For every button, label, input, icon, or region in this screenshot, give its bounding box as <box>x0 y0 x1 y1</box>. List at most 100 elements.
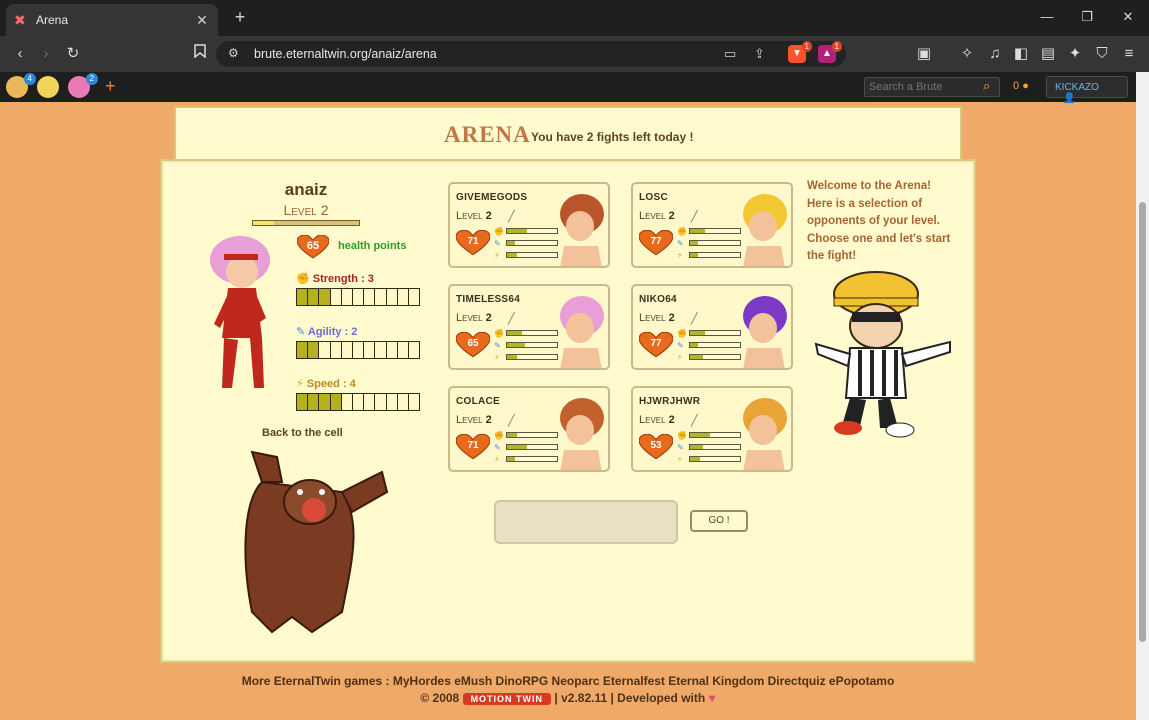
stat-segment <box>319 289 331 305</box>
vpn-icon[interactable]: ⛉ <box>1092 44 1112 64</box>
brave-shield-icon[interactable]: ▼ 1 <box>788 41 812 63</box>
health-points-label: health points <box>338 240 407 252</box>
sidebar-panel-icon[interactable]: ▣ <box>914 44 934 64</box>
strength-icon: ✊ <box>494 329 504 338</box>
opponent-card[interactable]: GIVEMEGODS Level 2 ╱ 71 ✊ ✎ ⚡ <box>448 182 610 268</box>
menu-icon[interactable]: ≡ <box>1119 44 1139 64</box>
player-hp-heart: 65 <box>296 234 330 259</box>
opponent-name: NIKO64 <box>639 294 677 305</box>
opponent-name: HJWRJHWR <box>639 396 701 407</box>
opponent-card[interactable]: COLACE Level 2 ╱ 71 ✊ ✎ ⚡ <box>448 386 610 472</box>
opponent-card[interactable]: TIMELESS64 Level 2 ╱ 65 ✊ ✎ ⚡ <box>448 284 610 370</box>
strength-icon: ✊ <box>677 227 687 236</box>
wallet-icon[interactable]: ▤ <box>1038 44 1058 64</box>
brute-avatar-2[interactable] <box>37 76 59 98</box>
page-scrollbar[interactable] <box>1136 72 1149 720</box>
share-icon[interactable]: ⇪ <box>754 46 765 62</box>
minimize-icon[interactable]: — <box>1037 9 1057 24</box>
tab-arena[interactable]: ✖ Arena ✕ <box>6 4 218 36</box>
opponent-level-value: 2 <box>485 312 492 324</box>
search-brute-input[interactable] <box>864 77 1000 97</box>
search-icon[interactable]: ⌕ <box>983 78 990 94</box>
opponent-hp-value: 77 <box>650 338 662 349</box>
stat-segment <box>364 289 376 305</box>
opponent-speed-fill <box>507 253 517 257</box>
address-bar[interactable]: ⚙ brute.eternaltwin.org/anaiz/arena ▭ ⇪ … <box>216 41 846 67</box>
agility-icon: ✎ <box>677 239 684 248</box>
forward-icon[interactable]: › <box>36 44 56 64</box>
stat-segment <box>375 342 387 358</box>
stat-segment <box>364 394 376 410</box>
opponent-hp-heart: 53 <box>638 433 674 460</box>
new-tab-icon[interactable]: + <box>230 7 250 27</box>
go-button[interactable]: GO ! <box>690 510 748 532</box>
reload-icon[interactable]: ↻ <box>63 44 83 64</box>
opponent-portrait <box>560 194 604 266</box>
opponent-level: Level 2 <box>639 414 675 426</box>
stat-segment <box>386 394 398 410</box>
opponent-level: Level 2 <box>456 414 492 426</box>
bear-illustration <box>244 450 389 634</box>
add-brute-icon[interactable]: + <box>105 76 116 97</box>
stat-segment <box>352 342 365 358</box>
stat-segment <box>375 394 387 410</box>
back-icon[interactable]: ‹ <box>10 44 30 64</box>
user-icon: 👤 <box>1063 93 1076 104</box>
stat-segment <box>352 289 365 305</box>
strength-text: Strength : 3 <box>312 273 374 285</box>
agility-icon: ✎ <box>296 326 306 338</box>
site-info-icon[interactable]: ⚙ <box>228 46 239 60</box>
footer-games[interactable]: More EternalTwin games : MyHordes eMush … <box>0 674 1136 688</box>
opponent-hp-value: 53 <box>650 440 662 451</box>
stat-segment <box>386 342 398 358</box>
motion-twin-logo[interactable]: MOTION TWIN <box>462 692 552 705</box>
opponent-name: COLACE <box>456 396 501 407</box>
back-to-cell-link[interactable]: Back to the cell <box>262 427 343 439</box>
stat-segment <box>341 394 353 410</box>
agility-icon: ✎ <box>677 341 684 350</box>
close-window-icon[interactable]: ✕ <box>1118 9 1138 25</box>
media-icon[interactable]: ♫ <box>985 44 1005 64</box>
opponent-agility-fill <box>690 343 698 347</box>
fights-left-text: You have 2 fights left today ! <box>531 130 694 144</box>
player-name: anaiz <box>284 180 328 199</box>
opponent-name-input[interactable] <box>494 500 678 544</box>
opponent-card[interactable]: LOSC Level 2 ╱ 77 ✊ ✎ ⚡ <box>631 182 793 268</box>
brute-avatar-3[interactable]: 2 <box>68 73 98 98</box>
scroll-thumb[interactable] <box>1139 202 1146 642</box>
sword-icon: ╱ <box>691 211 698 223</box>
opponent-card[interactable]: NIKO64 Level 2 ╱ 77 ✊ ✎ ⚡ <box>631 284 793 370</box>
close-tab-icon[interactable]: ✕ <box>194 12 210 29</box>
brave-rewards-icon[interactable]: ▲ 1 <box>818 41 842 63</box>
brute-avatar-1[interactable]: 4 <box>6 73 36 98</box>
user-name: KICKAZO <box>1055 82 1099 93</box>
opponent-name: TIMELESS64 <box>456 294 521 305</box>
bookmark-icon[interactable] <box>190 44 210 64</box>
heart-icon: ♥ <box>708 691 716 705</box>
opponent-speed-fill <box>690 253 698 257</box>
opponent-strength-fill <box>690 229 705 233</box>
opponent-strength-fill <box>507 331 522 335</box>
opponent-hp-heart: 77 <box>638 331 674 358</box>
opponent-level-value: 2 <box>668 312 675 324</box>
cast-icon[interactable]: ▭ <box>724 46 736 62</box>
opponent-agility-fill <box>507 445 527 449</box>
strength-label: ✊ Strength : 3 <box>296 272 374 285</box>
player-level: Level 2 <box>283 202 329 218</box>
opponent-name: GIVEMEGODS <box>456 192 528 203</box>
opponent-card[interactable]: HJWRJHWR Level 2 ╱ 53 ✊ ✎ ⚡ <box>631 386 793 472</box>
user-button[interactable]: KICKAZO 👤 <box>1046 76 1128 104</box>
opponent-speed-fill <box>507 355 517 359</box>
split-view-icon[interactable]: ◧ <box>1011 44 1031 64</box>
tab-title: Arena <box>36 13 69 27</box>
ai-icon[interactable]: ✦ <box>1065 44 1085 64</box>
opponent-agility-fill <box>507 343 525 347</box>
speed-icon: ⚡ <box>494 251 500 260</box>
speed-bar <box>296 393 420 411</box>
leo-icon[interactable]: ✧ <box>957 44 977 64</box>
speed-icon: ⚡ <box>677 353 683 362</box>
restore-icon[interactable]: ❐ <box>1077 9 1097 25</box>
opponent-hp-heart: 77 <box>638 229 674 256</box>
opponent-speed-fill <box>507 457 515 461</box>
stat-segment <box>386 289 398 305</box>
